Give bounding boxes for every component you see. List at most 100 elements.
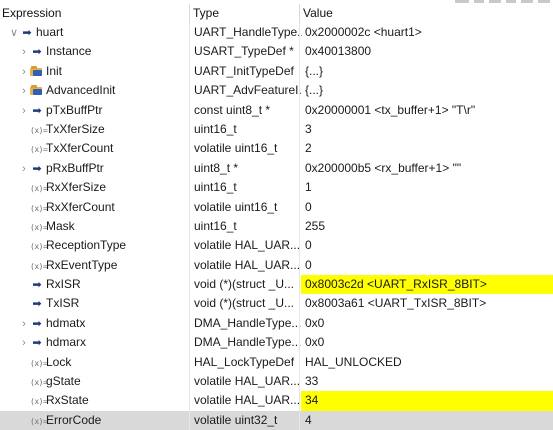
tree-row[interactable]: (x)=RxState volatile HAL_UAR... 34 bbox=[0, 391, 553, 411]
type-cell: void (*)(struct _U... bbox=[194, 296, 295, 311]
expression-cell[interactable]: (x)=TxXferCount bbox=[0, 139, 207, 158]
value-cell[interactable]: 255 bbox=[301, 217, 553, 236]
type-cell: volatile uint16_t bbox=[194, 199, 278, 214]
value-cell[interactable]: 0 bbox=[301, 236, 553, 255]
type-cell: uint8_t * bbox=[194, 160, 239, 175]
value-cell[interactable]: 0x0 bbox=[301, 333, 553, 352]
value-cell[interactable]: 1 bbox=[301, 178, 553, 197]
expression-cell[interactable]: › ➡ pTxBuffPtr bbox=[0, 101, 207, 120]
expression-cell[interactable]: › ➡ hdmatx bbox=[0, 314, 207, 333]
type-cell: uint16_t bbox=[194, 121, 237, 136]
expressions-view: Expression Type Value ∨ ➡ huart UART_Handle… bbox=[0, 0, 553, 430]
expression-name: Lock bbox=[46, 354, 72, 369]
value-cell-changed[interactable]: 0x8003c2d <UART_RxISR_8BIT> bbox=[301, 275, 553, 295]
expression-name: pTxBuffPtr bbox=[46, 102, 103, 117]
expression-cell[interactable]: › ➡ Instance bbox=[0, 42, 207, 61]
expression-cell[interactable]: ➡ RxISR bbox=[0, 275, 207, 294]
expression-cell[interactable]: (x)=RxState bbox=[0, 391, 207, 410]
column-header-expression[interactable]: Expression bbox=[0, 4, 188, 22]
value-cell[interactable]: 0 bbox=[301, 198, 553, 217]
chevron-down-icon[interactable]: ∨ bbox=[8, 24, 20, 42]
variable-icon: (x)= bbox=[30, 378, 48, 388]
tree-row[interactable]: (x)=ReceptionType volatile HAL_UAR... 0 bbox=[0, 236, 553, 255]
value-cell[interactable]: 0x2000002c <huart1> bbox=[301, 23, 553, 42]
expression-name: TxISR bbox=[46, 296, 80, 311]
tree-row[interactable]: (x)=RxEventType volatile HAL_UAR... 0 bbox=[0, 256, 553, 275]
type-cell: USART_TypeDef * bbox=[194, 44, 294, 59]
chevron-right-icon[interactable]: › bbox=[18, 315, 30, 333]
expression-cell[interactable]: (x)=Lock bbox=[0, 353, 207, 372]
expression-cell[interactable]: (x)=RxXferCount bbox=[0, 198, 207, 217]
expression-cell[interactable]: ➡ TxISR bbox=[0, 294, 207, 313]
chevron-right-icon[interactable]: › bbox=[18, 334, 30, 352]
column-header-type[interactable]: Type bbox=[191, 4, 299, 22]
arrow-icon: ➡ bbox=[32, 337, 42, 350]
value-cell-changed[interactable]: 34 bbox=[301, 391, 553, 411]
tree-row[interactable]: (x)=Lock HAL_LockTypeDef HAL_UNLOCKED bbox=[0, 353, 553, 372]
tree-row[interactable]: (x)=TxXferCount volatile uint16_t 2 bbox=[0, 139, 553, 158]
arrow-icon: ➡ bbox=[32, 298, 42, 311]
expression-cell[interactable]: (x)=RxEventType bbox=[0, 256, 207, 275]
variable-icon: (x)= bbox=[30, 261, 48, 271]
expression-name: TxXferCount bbox=[46, 141, 114, 156]
type-cell: HAL_LockTypeDef bbox=[194, 354, 295, 369]
tree-row[interactable]: (x)=gState volatile HAL_UAR... 33 bbox=[0, 372, 553, 391]
expression-name: pRxBuffPtr bbox=[46, 160, 104, 175]
tree-row[interactable]: › ➡ Instance USART_TypeDef * 0x40013800 bbox=[0, 42, 553, 61]
variables-tree: ∨ ➡ huart UART_HandleType... 0x2000002c <hua… bbox=[0, 23, 553, 430]
value-cell[interactable]: 33 bbox=[301, 372, 553, 391]
tree-row[interactable]: (x)=RxXferSize uint16_t 1 bbox=[0, 178, 553, 197]
value-cell[interactable]: 0 bbox=[301, 256, 553, 275]
value-cell[interactable]: 0x8003a61 <UART_TxISR_8BIT> bbox=[301, 294, 553, 313]
expression-cell[interactable]: ∨ ➡ huart bbox=[0, 23, 197, 42]
expression-cell[interactable]: › Init bbox=[0, 62, 207, 81]
tree-row[interactable]: › AdvancedInit UART_AdvFeatureI... {...} bbox=[0, 81, 553, 100]
column-gridline bbox=[189, 23, 190, 430]
value-cell[interactable]: 0x40013800 bbox=[301, 42, 553, 61]
expression-name: Init bbox=[46, 63, 63, 78]
expression-cell[interactable]: (x)=TxXferSize bbox=[0, 120, 207, 139]
tree-row[interactable]: ➡ TxISR void (*)(struct _U... 0x8003a61 <UA… bbox=[0, 294, 553, 313]
value-cell[interactable]: {...} bbox=[301, 81, 553, 100]
chevron-right-icon[interactable]: › bbox=[18, 63, 30, 81]
tree-row[interactable]: (x)=RxXferCount volatile uint16_t 0 bbox=[0, 198, 553, 217]
expression-name: Mask bbox=[46, 218, 75, 233]
value-cell[interactable]: 2 bbox=[301, 139, 553, 158]
expression-name: Instance bbox=[46, 44, 92, 59]
expression-cell[interactable]: › ➡ pRxBuffPtr bbox=[0, 159, 207, 178]
type-cell: uint16_t bbox=[194, 180, 237, 195]
value-cell[interactable]: 0x0 bbox=[301, 314, 553, 333]
tree-row[interactable]: › ➡ pRxBuffPtr uint8_t * 0x200000b5 <rx_buff… bbox=[0, 159, 553, 178]
value-cell[interactable]: HAL_UNLOCKED bbox=[301, 353, 553, 372]
chevron-right-icon[interactable]: › bbox=[18, 82, 30, 100]
expression-name: ErrorCode bbox=[46, 412, 102, 427]
type-cell: volatile HAL_UAR... bbox=[194, 374, 301, 389]
expression-name: huart bbox=[36, 25, 64, 39]
expression-cell[interactable]: (x)=Mask bbox=[0, 217, 207, 236]
chevron-right-icon[interactable]: › bbox=[18, 102, 30, 120]
tree-row[interactable]: › ➡ pTxBuffPtr const uint8_t * 0x20000001 <t… bbox=[0, 101, 553, 120]
expression-cell[interactable]: (x)=ReceptionType bbox=[0, 236, 207, 255]
value-cell[interactable]: 3 bbox=[301, 120, 553, 139]
tree-row[interactable]: › ➡ hdmarx DMA_HandleType... 0x0 bbox=[0, 333, 553, 352]
chevron-right-icon[interactable]: › bbox=[18, 43, 30, 61]
type-cell: volatile HAL_UAR... bbox=[194, 257, 301, 272]
tree-row[interactable]: › ➡ hdmatx DMA_HandleType... 0x0 bbox=[0, 314, 553, 333]
tree-row[interactable]: ➡ RxISR void (*)(struct _U... 0x8003c2d <UA… bbox=[0, 275, 553, 295]
tree-row[interactable]: (x)=Mask uint16_t 255 bbox=[0, 217, 553, 236]
value-cell[interactable]: 0x200000b5 <rx_buffer+1> "" bbox=[301, 159, 553, 178]
expression-cell[interactable]: › ➡ hdmarx bbox=[0, 333, 207, 352]
value-cell[interactable]: 0x20000001 <tx_buffer+1> "T\r" bbox=[301, 101, 553, 120]
tree-row[interactable]: (x)=TxXferSize uint16_t 3 bbox=[0, 120, 553, 139]
variable-icon: (x)= bbox=[30, 358, 48, 368]
variable-icon: (x)= bbox=[30, 145, 48, 155]
struct-icon bbox=[30, 65, 43, 76]
expression-cell[interactable]: (x)=gState bbox=[0, 372, 207, 391]
tree-row[interactable]: ∨ ➡ huart UART_HandleType... 0x2000002c <hua… bbox=[0, 23, 553, 42]
value-cell[interactable]: {...} bbox=[301, 62, 553, 81]
expression-cell[interactable]: › AdvancedInit bbox=[0, 81, 207, 100]
tree-row[interactable]: › Init UART_InitTypeDef {...} bbox=[0, 62, 553, 81]
chevron-right-icon[interactable]: › bbox=[18, 160, 30, 178]
expression-cell[interactable]: (x)=RxXferSize bbox=[0, 178, 207, 197]
column-header-value[interactable]: Value bbox=[301, 4, 553, 22]
